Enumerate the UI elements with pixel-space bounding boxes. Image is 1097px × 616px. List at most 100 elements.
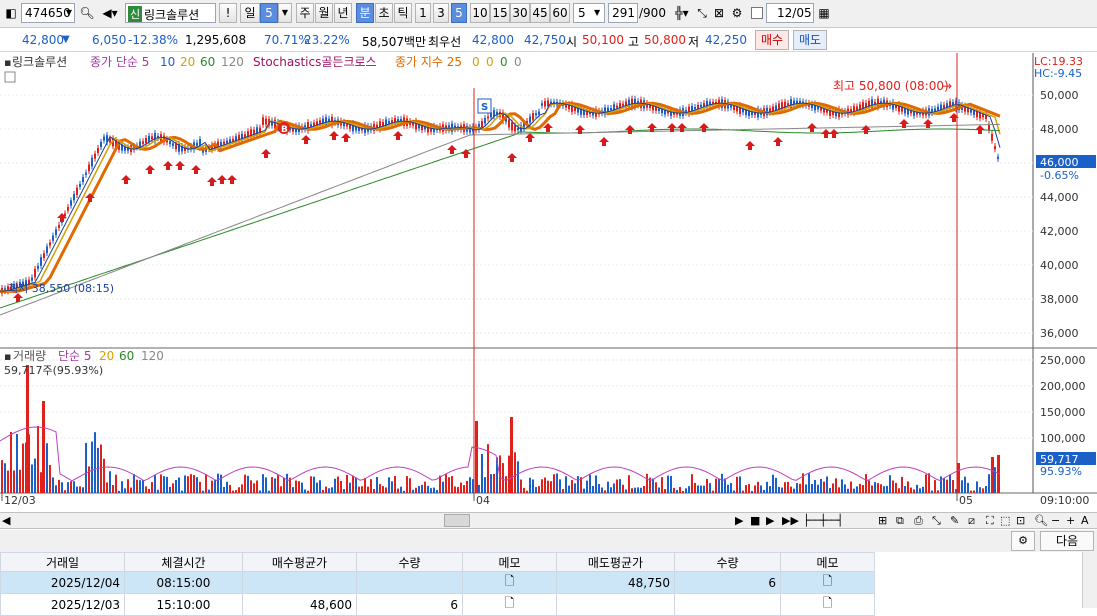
interval-30-button[interactable]: 30 — [510, 3, 530, 23]
pattern-icon[interactable]: ⧄ — [968, 514, 975, 528]
volume-bar — [115, 474, 117, 493]
volume-bar — [619, 479, 621, 493]
volume-bar — [976, 481, 978, 493]
interval-5-button[interactable]: 5 — [451, 3, 467, 23]
count-select[interactable]: 5 ▼ — [573, 3, 605, 23]
print-icon[interactable]: ⎙ — [914, 514, 923, 528]
alert-button[interactable]: ! — [219, 3, 237, 23]
period-year-button[interactable]: 년 — [334, 3, 352, 23]
volume-bar — [319, 480, 321, 493]
calendar-icon[interactable]: ▦ — [815, 3, 833, 23]
text-size-icon[interactable]: A — [1081, 514, 1089, 527]
search-icon[interactable]: 🔍︎ — [78, 3, 96, 23]
volume-bar — [466, 480, 468, 493]
volume-bar — [106, 482, 108, 493]
zoom-out-icon[interactable]: − — [1051, 514, 1060, 527]
stop-icon[interactable]: ■ — [750, 514, 760, 527]
period-tick-button[interactable]: 틱 — [394, 3, 412, 23]
chart-scrollbar[interactable]: ◀ ▶ ■ ▶ ▶▶ ├──┼──┤ ⊞ ⧉ ⎙ ⤡ ✎ ⧄ ⛶ ⬚ ⊡ 🔍︎ … — [0, 512, 1097, 529]
table-scrollbar[interactable] — [1082, 552, 1097, 608]
period-count-button[interactable]: 5 — [260, 3, 278, 23]
date-value: 12/05 — [777, 6, 812, 20]
volume-bar — [400, 486, 402, 493]
export-icon[interactable]: ⬚ — [1000, 514, 1010, 527]
interval-3-button[interactable]: 3 — [433, 3, 449, 23]
memo-add-icon[interactable]: 🗋 — [462, 593, 557, 616]
price-volume-chart[interactable]: ▪ 링크솔루션 종가 단순 5 10 20 60 120 Stochastics… — [0, 53, 1097, 508]
interval-45-button[interactable]: 45 — [530, 3, 550, 23]
interval-60-button[interactable]: 60 — [550, 3, 570, 23]
candle — [310, 124, 312, 127]
period-day-button[interactable]: 일 — [240, 3, 260, 23]
volume-bar — [616, 479, 618, 493]
interval-15-button[interactable]: 15 — [490, 3, 510, 23]
image-icon[interactable]: ⊡ — [1016, 514, 1025, 527]
volume-bar — [952, 480, 954, 493]
volume-bar — [622, 484, 624, 493]
volume-bar — [238, 487, 240, 493]
gear-icon[interactable]: ⚙ — [729, 3, 745, 23]
volume-bar — [376, 477, 378, 493]
legend-ema25: 종가 지수 25 — [395, 55, 462, 69]
period-minute-button[interactable]: 분 — [356, 3, 374, 23]
volume-bar — [385, 487, 387, 493]
memo-add-icon[interactable]: 🗋 — [780, 571, 875, 594]
period-dropdown-button[interactable]: ▼ — [278, 3, 292, 23]
compare-icon[interactable]: ⊠ — [711, 3, 727, 23]
speaker-icon[interactable]: ◀▾ — [97, 3, 123, 23]
date-input[interactable]: 12/05 — [766, 3, 814, 23]
layout-icon[interactable]: ⊞ — [878, 514, 887, 527]
chart-menu-icon[interactable]: ◧ — [2, 3, 20, 23]
scroll-left-icon[interactable]: ◀ — [2, 514, 10, 527]
play-icon[interactable]: ▶ — [766, 514, 774, 527]
stock-name-box[interactable]: 신 링크솔루션 — [125, 3, 216, 23]
settings-gear-icon[interactable]: ⚙ — [1011, 531, 1035, 551]
candle — [91, 157, 93, 167]
candle — [529, 116, 531, 123]
memo-icon[interactable]: 🗋 — [780, 593, 875, 616]
interval-1-button[interactable]: 1 — [415, 3, 431, 23]
scroll-right-icon[interactable]: ▶ — [735, 514, 743, 527]
scroll-thumb[interactable] — [444, 514, 470, 527]
volume-bar — [103, 458, 105, 493]
copy-icon[interactable]: ⧉ — [896, 514, 904, 528]
zoom-slider-icon[interactable]: ├──┼──┤ — [803, 514, 843, 527]
fast-forward-icon[interactable]: ▶▶ — [782, 514, 799, 527]
candle — [76, 187, 78, 195]
volume-bar — [847, 488, 849, 493]
draw-icon[interactable]: ✎ — [950, 514, 959, 527]
volume-bar — [262, 474, 264, 493]
period-week-button[interactable]: 주 — [296, 3, 314, 23]
volume-bar — [229, 484, 231, 493]
volume-bar — [553, 474, 555, 493]
crop-icon[interactable]: ⛶ — [986, 514, 994, 528]
table-row[interactable]: 2025/12/04 08:15:00 🗋 48,750 6 🗋 — [0, 571, 875, 594]
candle-type-icon[interactable]: ╬▾ — [672, 3, 692, 23]
date-checkbox[interactable] — [751, 7, 763, 19]
code-dropdown-icon[interactable]: ▼ — [63, 3, 75, 23]
period-month-button[interactable]: 월 — [315, 3, 333, 23]
candle — [541, 103, 543, 106]
memo-icon[interactable]: 🗋 — [462, 571, 557, 594]
buy-button[interactable]: 매수 — [755, 30, 789, 50]
candle — [487, 116, 489, 119]
cell-sell-qty — [674, 593, 781, 616]
sell-button[interactable]: 매도 — [793, 30, 827, 50]
zoom-in-icon[interactable]: + — [1066, 514, 1075, 527]
range-input[interactable]: 291 — [608, 3, 638, 23]
interval-10-button[interactable]: 10 — [470, 3, 490, 23]
volume-bar — [70, 481, 72, 493]
volume-bar — [457, 486, 459, 493]
zoom-search-icon[interactable]: 🔍︎ — [1034, 514, 1048, 527]
period-second-button[interactable]: 초 — [375, 3, 393, 23]
volume-bar — [652, 478, 654, 493]
next-button[interactable]: 다음 — [1040, 531, 1094, 551]
volume-info: 59,717주(95.93%) — [4, 364, 103, 377]
volume-bar — [724, 478, 726, 493]
volume-bar — [547, 480, 549, 493]
volume-bar — [700, 485, 702, 493]
resize-icon[interactable]: ⤡ — [932, 514, 941, 528]
table-row[interactable]: 2025/12/03 15:10:00 48,600 6 🗋 🗋 — [0, 593, 875, 616]
crosshair-icon[interactable]: ⤡ — [694, 3, 710, 23]
chart-area[interactable]: ▪ 링크솔루션 종가 단순 5 10 20 60 120 Stochastics… — [0, 53, 1097, 508]
